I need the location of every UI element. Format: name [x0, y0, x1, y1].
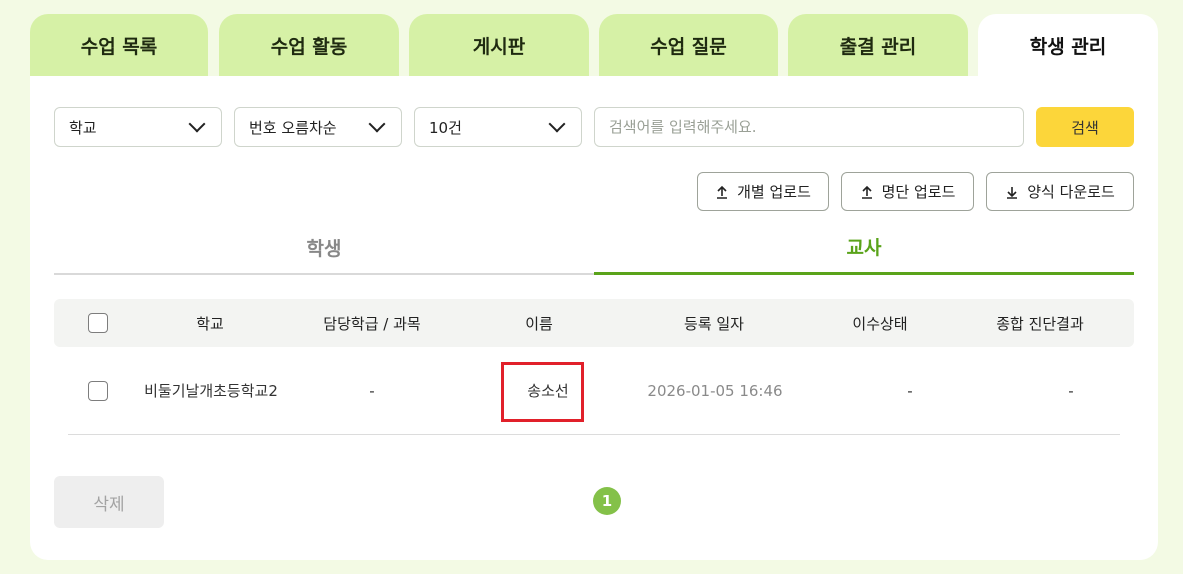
subtab-teachers[interactable]: 교사: [594, 221, 1134, 275]
table-row: 비둘기날개초등학교2 - 송소선 2026-01-05 16:46 - -: [68, 347, 1120, 435]
tab-class-activity[interactable]: 수업 활동: [219, 14, 399, 76]
delete-button[interactable]: 삭제: [54, 476, 164, 528]
header-school: 학교: [196, 314, 224, 333]
tab-student-management[interactable]: 학생 관리: [978, 14, 1158, 76]
select-all-checkbox[interactable]: [88, 313, 108, 333]
upload-icon: [861, 185, 872, 199]
table-header: 학교 담당학급 / 과목 이름 등록 일자 이수상태 종합 진단결과: [54, 299, 1134, 347]
header-class-subject: 담당학급 / 과목: [323, 314, 421, 333]
sort-select[interactable]: 번호 오름차순: [234, 107, 402, 147]
header-name: 이름: [525, 314, 553, 333]
header-completion-status: 이수상태: [852, 314, 908, 333]
school-select-value: 학교: [69, 118, 97, 137]
subtab-students[interactable]: 학생: [54, 221, 594, 275]
roster-upload-button[interactable]: 명단 업로드: [841, 172, 974, 211]
roster-upload-label: 명단 업로드: [881, 183, 956, 201]
tab-board[interactable]: 게시판: [409, 14, 589, 76]
tab-class-questions[interactable]: 수업 질문: [599, 14, 778, 76]
row-checkbox[interactable]: [88, 380, 108, 401]
search-button[interactable]: 검색: [1036, 107, 1134, 147]
row-checkbox-cell: [76, 347, 120, 434]
individual-upload-label: 개별 업로드: [737, 183, 811, 201]
individual-upload-button[interactable]: 개별 업로드: [697, 172, 829, 211]
page-size-select-value: 10건: [429, 118, 462, 137]
chevron-down-icon: [368, 115, 386, 133]
page-size-select[interactable]: 10건: [414, 107, 582, 147]
tab-class-list[interactable]: 수업 목록: [30, 14, 208, 76]
tab-attendance[interactable]: 출결 관리: [788, 14, 968, 76]
download-icon: [1007, 186, 1018, 199]
header-registered-date: 등록 일자: [684, 314, 744, 333]
upload-icon: [717, 185, 728, 199]
template-download-label: 양식 다운로드: [1027, 183, 1115, 201]
header-checkbox-cell: [76, 299, 120, 347]
pagination-page-1[interactable]: 1: [593, 487, 621, 515]
sort-select-value: 번호 오름차순: [249, 118, 337, 137]
row-class-subject: -: [369, 381, 375, 400]
school-select[interactable]: 학교: [54, 107, 222, 147]
chevron-down-icon: [548, 115, 566, 133]
row-status: -: [907, 381, 913, 400]
search-input[interactable]: [594, 107, 1024, 147]
content-panel: 학교 번호 오름차순 10건 검색 개별 업로드 명단 업로드 양식 다운로드 …: [30, 76, 1158, 560]
row-registered-date: 2026-01-05 16:46: [647, 381, 783, 400]
main-tabs: 수업 목록 수업 활동 게시판 수업 질문 출결 관리 학생 관리: [30, 14, 1158, 76]
header-diagnosis: 종합 진단결과: [996, 314, 1084, 333]
chevron-down-icon: [188, 115, 206, 133]
row-diagnosis: -: [1068, 381, 1074, 400]
highlight-box: [501, 362, 584, 422]
template-download-button[interactable]: 양식 다운로드: [986, 172, 1134, 211]
row-school: 비둘기날개초등학교2: [144, 382, 278, 400]
